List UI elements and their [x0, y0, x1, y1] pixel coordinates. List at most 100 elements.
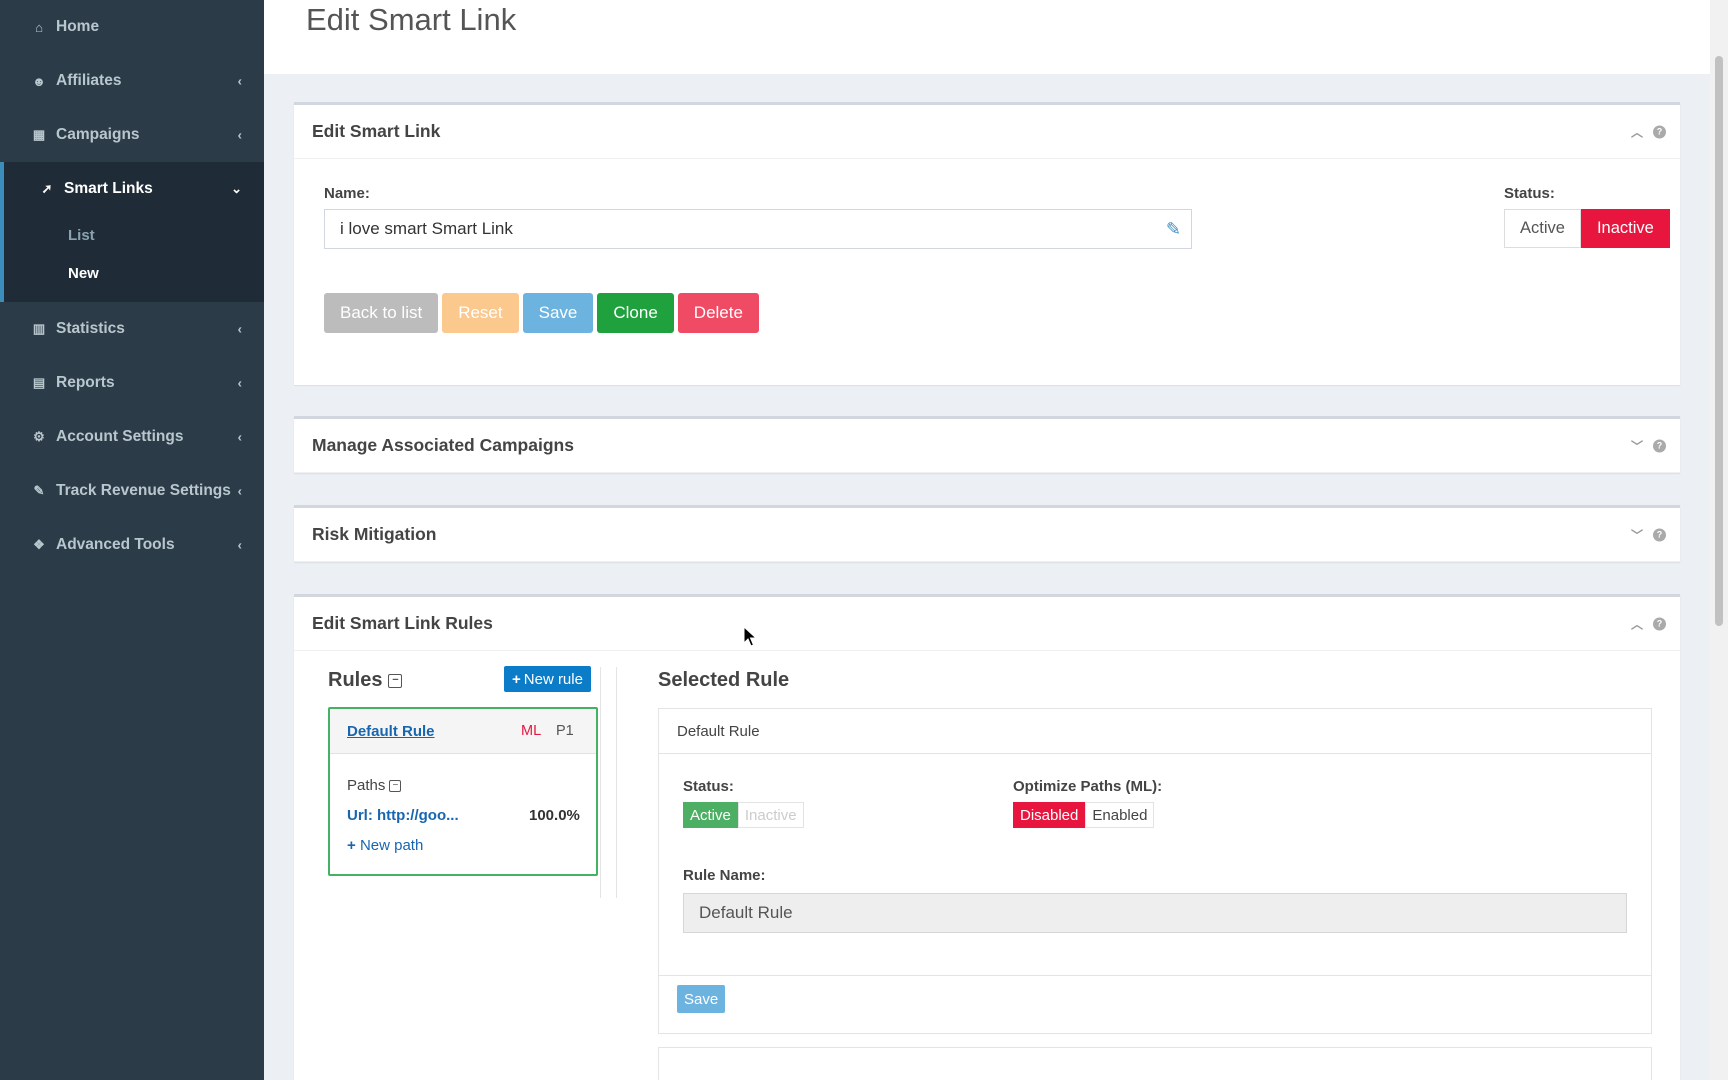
- sidebar-item-label: Reports: [56, 374, 115, 391]
- sidebar-subitem-list[interactable]: List: [4, 216, 264, 254]
- rule-name-value: Default Rule: [699, 903, 793, 922]
- chevron-down-icon[interactable]: ﹀: [1631, 437, 1643, 454]
- home-icon: ⌂: [35, 19, 43, 35]
- cubes-icon: ❖: [33, 537, 45, 552]
- pen-icon: ✎: [1165, 219, 1181, 239]
- help-icon[interactable]: ?: [1653, 125, 1666, 138]
- sidebar-item-statistics[interactable]: ▥ Statistics ‹: [0, 302, 264, 356]
- panel-tools: ﹀ ?: [1631, 437, 1666, 454]
- sidebar: ⌂ Home ☻ Affiliates ‹ ▦ Campaigns ‹ ➚ Sm…: [0, 0, 264, 1080]
- panel-title: Risk Mitigation: [312, 524, 437, 544]
- sidebar-item-advanced-tools[interactable]: ❖ Advanced Tools ‹: [0, 518, 264, 572]
- path-percentage: 100.0%: [529, 807, 580, 824]
- status-label: Status:: [1504, 185, 1555, 202]
- reset-button[interactable]: Reset: [442, 293, 519, 333]
- edit-smart-link-panel: Edit Smart Link ︿ ? Name: i love smart S…: [294, 102, 1680, 385]
- chevron-left-icon: ‹: [237, 483, 242, 499]
- sidebar-item-label: Campaigns: [56, 126, 140, 143]
- panel-tools: ︿ ?: [1631, 123, 1666, 140]
- new-path-link[interactable]: + New path: [347, 837, 423, 854]
- selected-rule-title: Default Rule: [659, 709, 1651, 754]
- rule-save-button[interactable]: Save: [677, 985, 726, 1013]
- help-icon[interactable]: ?: [1653, 439, 1666, 452]
- scrollbar-thumb[interactable]: [1715, 56, 1723, 626]
- name-field[interactable]: i love smart Smart Link ✎: [324, 209, 1192, 249]
- divider: [600, 667, 601, 898]
- chevron-left-icon: ‹: [237, 321, 242, 337]
- new-rule-button[interactable]: + New rule: [504, 666, 591, 692]
- panel-title: Edit Smart Link: [312, 121, 441, 141]
- chevron-left-icon: ‹: [237, 375, 242, 391]
- risk-mitigation-panel: Risk Mitigation ﹀ ?: [294, 505, 1680, 562]
- page-title: Edit Smart Link: [306, 2, 517, 37]
- chevron-down-icon: ⌄: [231, 181, 242, 196]
- collapse-icon[interactable]: −: [389, 779, 402, 792]
- status-inactive-button[interactable]: Inactive: [1580, 209, 1670, 248]
- sidebar-item-smart-links[interactable]: ➚ Smart Links ⌄: [4, 162, 264, 216]
- file-icon: ▤: [32, 375, 46, 390]
- rule-status-inactive-button[interactable]: Inactive: [737, 802, 804, 828]
- clone-button[interactable]: Clone: [597, 293, 674, 333]
- sidebar-group-smart-links: ➚ Smart Links ⌄ List New: [0, 162, 264, 302]
- chevron-down-icon[interactable]: ﹀: [1631, 526, 1643, 543]
- sidebar-item-label: Advanced Tools: [56, 536, 175, 553]
- panel-header[interactable]: Manage Associated Campaigns ﹀ ?: [294, 419, 1680, 473]
- divider: [616, 667, 617, 898]
- paths-label: Paths: [347, 777, 386, 794]
- rule-card-header: Default Rule ML P1: [330, 709, 596, 754]
- ml-badge: ML: [521, 723, 542, 739]
- sidebar-item-affiliates[interactable]: ☻ Affiliates ‹: [0, 54, 264, 108]
- name-value: i love smart Smart Link: [340, 219, 513, 238]
- smart-link-rules-panel: Edit Smart Link Rules ︿ ? Rules − + New …: [294, 594, 1680, 1080]
- chevron-left-icon: ‹: [237, 73, 242, 89]
- panel-header[interactable]: Risk Mitigation ﹀ ?: [294, 508, 1680, 562]
- paths-heading: Paths −: [347, 777, 402, 794]
- next-rule-box: [658, 1047, 1652, 1080]
- rule-status-active-button[interactable]: Active: [683, 802, 738, 828]
- status-active-button[interactable]: Active: [1504, 209, 1581, 248]
- optimize-enabled-button[interactable]: Enabled: [1085, 802, 1155, 828]
- rule-name-field[interactable]: Default Rule: [683, 893, 1627, 933]
- chevron-left-icon: ‹: [237, 127, 242, 143]
- action-buttons: Back to list Reset Save Clone Delete: [324, 293, 759, 333]
- manage-campaigns-panel: Manage Associated Campaigns ﹀ ?: [294, 416, 1680, 473]
- optimize-paths-label: Optimize Paths (ML):: [1013, 778, 1163, 795]
- bar-chart-icon: ▥: [32, 321, 46, 336]
- panel-header: Edit Smart Link Rules ︿ ?: [294, 597, 1680, 651]
- sidebar-subitem-new[interactable]: New: [4, 254, 264, 292]
- chevron-left-icon: ‹: [237, 537, 242, 553]
- panel-title: Edit Smart Link Rules: [312, 613, 493, 633]
- chevron-up-icon[interactable]: ︿: [1631, 615, 1643, 632]
- sidebar-item-reports[interactable]: ▤ Reports ‹: [0, 356, 264, 410]
- rule-name-link[interactable]: Default Rule: [347, 723, 435, 740]
- new-rule-label: New rule: [523, 670, 583, 688]
- sidebar-item-account-settings[interactable]: ⚙ Account Settings ‹: [0, 410, 264, 464]
- optimize-disabled-button[interactable]: Disabled: [1013, 802, 1086, 828]
- path-url-link[interactable]: Url: http://goo...: [347, 807, 459, 824]
- scrollbar[interactable]: [1710, 0, 1728, 1080]
- sidebar-item-track-revenue-settings[interactable]: ✎ Track Revenue Settings ‹: [0, 464, 264, 518]
- sidebar-item-label: Track Revenue Settings: [56, 482, 231, 499]
- sidebar-item-label: Statistics: [56, 320, 125, 337]
- sidebar-item-label: Affiliates: [56, 72, 122, 89]
- gear-icon: ⚙: [33, 429, 45, 444]
- new-path-label: New path: [359, 837, 424, 854]
- help-icon[interactable]: ?: [1653, 617, 1666, 630]
- rocket-icon: ➚: [41, 181, 53, 196]
- panel-tools: ﹀ ?: [1631, 526, 1666, 543]
- save-button[interactable]: Save: [522, 293, 594, 333]
- help-icon[interactable]: ?: [1653, 528, 1666, 541]
- chevron-left-icon: ‹: [237, 429, 242, 445]
- sidebar-item-home[interactable]: ⌂ Home: [0, 0, 264, 54]
- chevron-up-icon[interactable]: ︿: [1631, 123, 1643, 140]
- rule-status-label: Status:: [683, 778, 734, 795]
- back-to-list-button[interactable]: Back to list: [324, 293, 439, 333]
- rule-name-label: Rule Name:: [683, 867, 766, 884]
- wrench-icon: ✎: [33, 483, 45, 498]
- sidebar-item-campaigns[interactable]: ▦ Campaigns ‹: [0, 108, 264, 162]
- panel-title: Manage Associated Campaigns: [312, 435, 574, 455]
- panel-tools: ︿ ?: [1631, 615, 1666, 632]
- plus-icon: +: [512, 670, 521, 688]
- delete-button[interactable]: Delete: [677, 293, 759, 333]
- collapse-icon[interactable]: −: [388, 673, 403, 688]
